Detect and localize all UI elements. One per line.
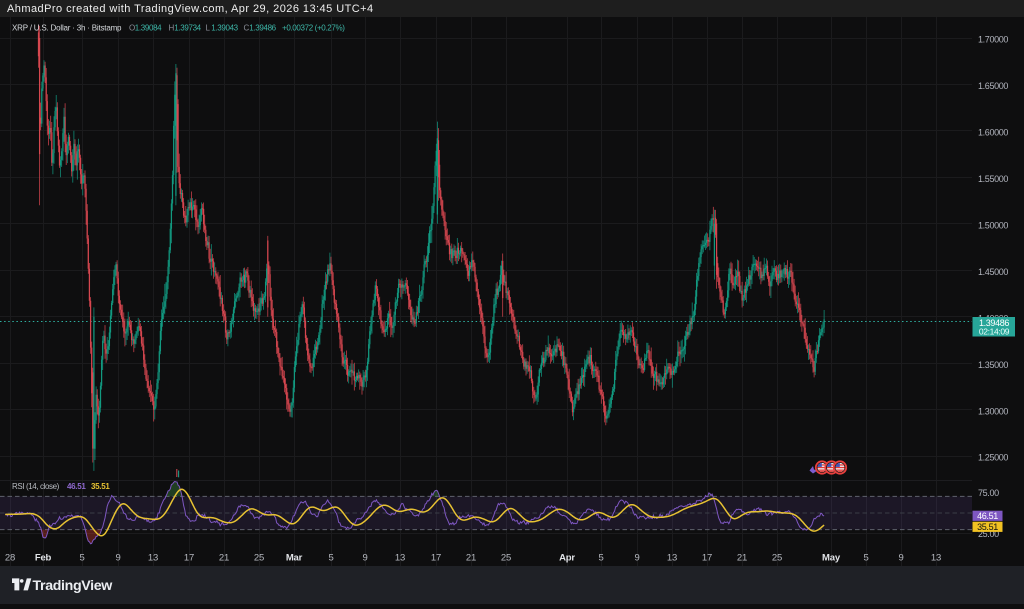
- svg-text:5: 5: [863, 553, 868, 564]
- svg-text:XRP / U.S. Dollar · 3h · Bitst: XRP / U.S. Dollar · 3h · Bitstamp: [12, 24, 122, 33]
- svg-text:Apr: Apr: [559, 553, 575, 564]
- svg-text:1.39043: 1.39043: [211, 24, 238, 33]
- svg-text:1.25000: 1.25000: [978, 453, 1008, 463]
- svg-text:1.30000: 1.30000: [978, 406, 1008, 416]
- svg-text:46.51: 46.51: [977, 511, 998, 521]
- svg-text:35.51: 35.51: [91, 482, 110, 491]
- svg-text:1.39084: 1.39084: [135, 24, 162, 33]
- svg-text:May: May: [822, 553, 841, 564]
- svg-text:25: 25: [772, 553, 782, 564]
- svg-text:17: 17: [431, 553, 441, 564]
- svg-text:RSI (14, close): RSI (14, close): [12, 482, 60, 491]
- svg-text:21: 21: [219, 553, 229, 564]
- svg-text:13: 13: [395, 553, 405, 564]
- svg-text:13: 13: [667, 553, 677, 564]
- svg-text:1.35000: 1.35000: [978, 360, 1008, 370]
- svg-text:1.45000: 1.45000: [978, 267, 1008, 277]
- svg-text:25: 25: [501, 553, 511, 564]
- svg-text:9: 9: [634, 553, 639, 564]
- svg-text:Feb: Feb: [35, 553, 52, 564]
- svg-text:5: 5: [598, 553, 603, 564]
- svg-text:13: 13: [931, 553, 941, 564]
- svg-text:21: 21: [466, 553, 476, 564]
- svg-text:1.65000: 1.65000: [978, 81, 1008, 91]
- svg-text:75.00: 75.00: [978, 488, 999, 498]
- svg-text:17: 17: [702, 553, 712, 564]
- svg-text:9: 9: [898, 553, 903, 564]
- svg-text:02:14:09: 02:14:09: [979, 327, 1010, 337]
- svg-text:AhmadPro created with TradingV: AhmadPro created with TradingView.com, A…: [7, 3, 374, 15]
- svg-text:5: 5: [79, 553, 84, 564]
- svg-text:35.51: 35.51: [977, 522, 998, 532]
- svg-text:9: 9: [362, 553, 367, 564]
- svg-text:5: 5: [328, 553, 333, 564]
- svg-text:1.55000: 1.55000: [978, 174, 1008, 184]
- svg-text:1.70000: 1.70000: [978, 35, 1008, 45]
- svg-text:9: 9: [115, 553, 120, 564]
- svg-text:1.39734: 1.39734: [174, 24, 201, 33]
- svg-text:1.39486: 1.39486: [249, 24, 276, 33]
- svg-text:13: 13: [148, 553, 158, 564]
- svg-text:46.51: 46.51: [67, 482, 86, 491]
- svg-text:25: 25: [254, 553, 264, 564]
- svg-text:Mar: Mar: [286, 553, 303, 564]
- svg-text:21: 21: [737, 553, 747, 564]
- svg-text:TradingView: TradingView: [33, 578, 114, 594]
- svg-text:28: 28: [5, 553, 15, 564]
- svg-text:+0.00372 (+0.27%): +0.00372 (+0.27%): [282, 24, 345, 33]
- svg-text:1.50000: 1.50000: [978, 221, 1008, 231]
- svg-text:17: 17: [184, 553, 194, 564]
- svg-text:1.60000: 1.60000: [978, 128, 1008, 138]
